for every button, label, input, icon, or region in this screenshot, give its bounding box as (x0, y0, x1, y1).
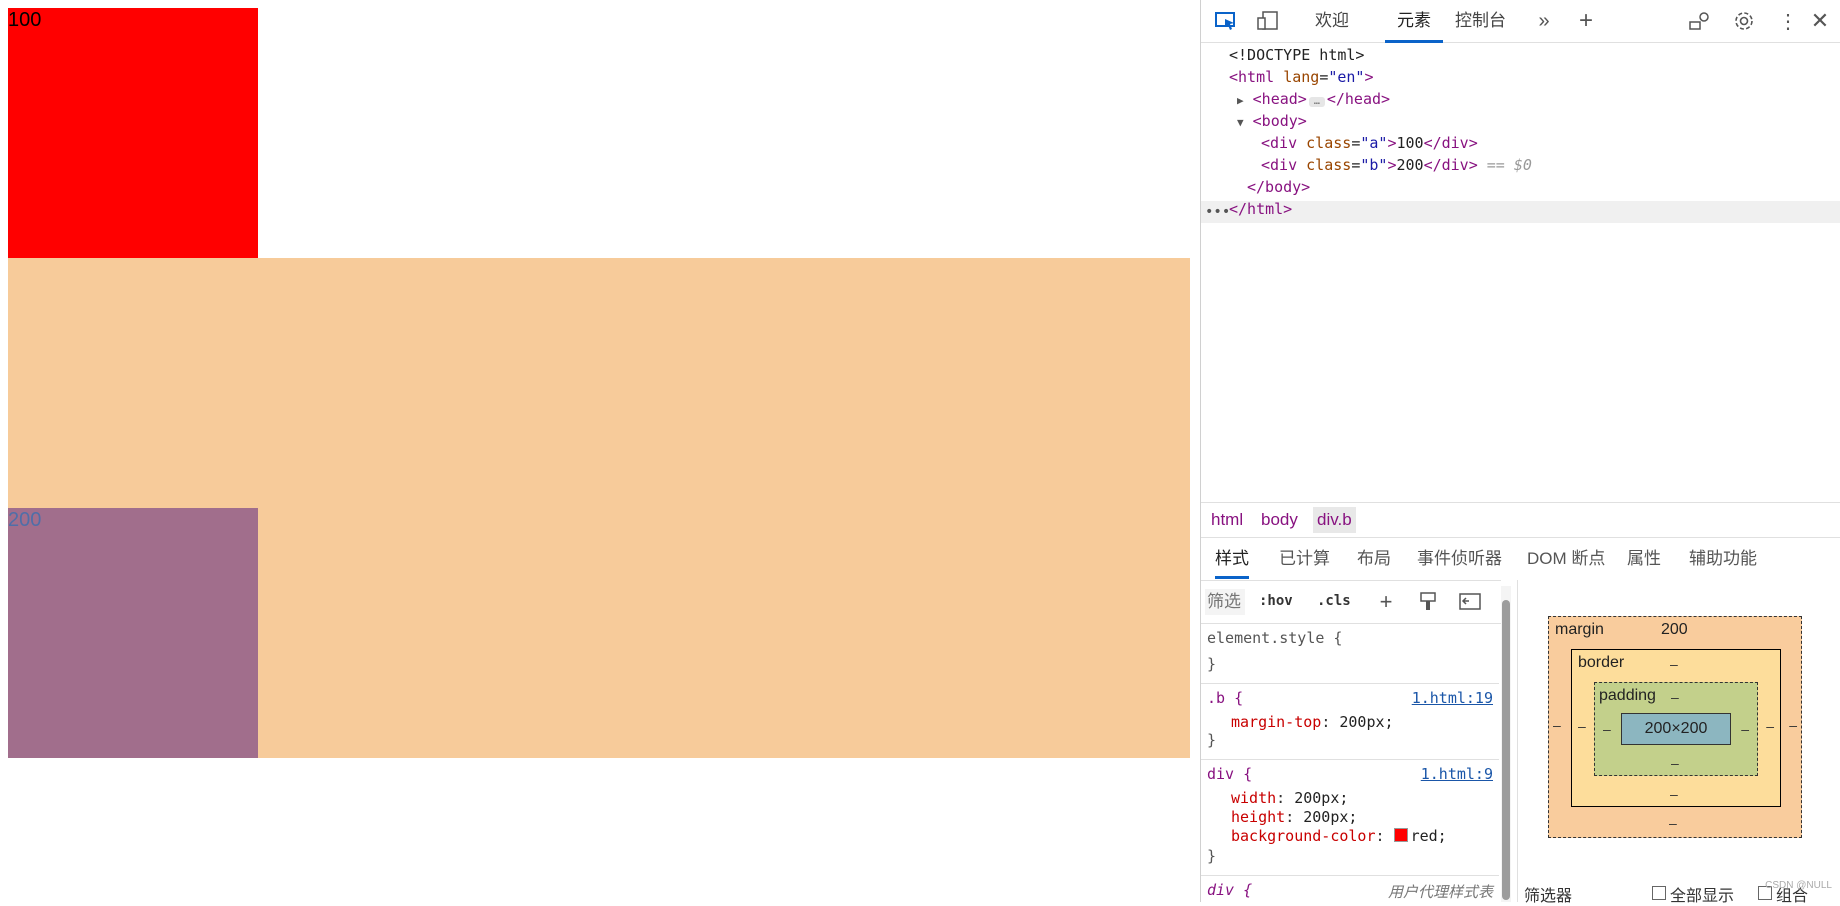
breadcrumb-html[interactable]: html (1207, 507, 1247, 533)
rule-div[interactable]: div { 1.html:9 width: 200px; height: 200… (1201, 761, 1499, 876)
collapsed-ellipsis-icon[interactable]: … (1308, 97, 1325, 107)
show-all-label: 全部显示 (1670, 888, 1735, 905)
tab-layout[interactable]: 布局 (1357, 546, 1391, 576)
rule-user-agent-div[interactable]: div { 用户代理样式表 (1201, 877, 1499, 903)
inspect-icon[interactable] (1213, 8, 1239, 34)
sidebar-tabs: 样式 已计算 布局 事件侦听器 DOM 断点 属性 辅助功能 (1201, 540, 1840, 579)
hov-button[interactable]: :hov (1259, 593, 1293, 609)
rule-element-style[interactable]: element.style { } (1201, 625, 1499, 684)
tab-welcome[interactable]: 欢迎 (1315, 8, 1349, 40)
page-viewport: 100 200 (0, 0, 1200, 902)
customize-icon[interactable] (1687, 8, 1713, 34)
device-toolbar-icon[interactable] (1255, 8, 1281, 34)
breadcrumb-body[interactable]: body (1257, 507, 1302, 533)
tab-accessibility[interactable]: 辅助功能 (1689, 546, 1757, 576)
dom-div-b-node[interactable]: <div class="b">200</div> == $0 (1261, 154, 1532, 176)
breadcrumb-div-b[interactable]: div.b (1313, 507, 1356, 533)
div-b: 200 (8, 508, 258, 758)
expand-triangle-icon[interactable]: ▶ (1237, 94, 1244, 107)
close-icon[interactable]: ✕ (1807, 8, 1833, 34)
paint-brush-icon[interactable] (1415, 589, 1441, 615)
dom-head-node[interactable]: ▶ <head>… </head> (1237, 88, 1390, 110)
settings-icon[interactable] (1731, 8, 1757, 34)
box-model-content[interactable]: 200×200 (1621, 713, 1731, 745)
show-all-checkbox[interactable] (1652, 886, 1666, 900)
box-model-pane: margin 200 – – – border – – – – padding … (1517, 580, 1840, 905)
computed-filter-label[interactable]: 筛选器 (1524, 882, 1572, 906)
toggle-sidebar-icon[interactable] (1457, 589, 1483, 615)
tab-event-listeners[interactable]: 事件侦听器 (1417, 546, 1502, 576)
cls-button[interactable]: .cls (1317, 593, 1351, 609)
div-a: 100 (8, 8, 258, 258)
dom-div-a-node[interactable]: <div class="a">100</div> (1261, 132, 1478, 154)
tab-console[interactable]: 控制台 (1455, 8, 1506, 40)
color-swatch[interactable] (1393, 828, 1408, 842)
margin-top-value[interactable]: 200 (1661, 621, 1688, 639)
more-tabs-icon[interactable]: » (1531, 8, 1557, 34)
rule-b[interactable]: .b { 1.html:19 margin-top: 200px; } (1201, 685, 1499, 760)
dom-html-close[interactable]: </html> (1229, 198, 1292, 220)
dom-tree: ••• <!DOCTYPE html> <html lang="en"> ▶ <… (1201, 44, 1840, 500)
tab-styles[interactable]: 样式 (1215, 546, 1249, 579)
devtools-panel: 欢迎 元素 控制台 » + ⋮ ✕ ••• <!DOCTYPE html> <h… (1200, 0, 1840, 905)
new-rule-icon[interactable]: + (1373, 589, 1399, 615)
collapse-triangle-icon[interactable]: ▼ (1237, 116, 1244, 129)
watermark: CSDN @NULL (1765, 880, 1832, 891)
tab-dom-breakpoints[interactable]: DOM 断点 (1527, 546, 1605, 576)
add-tab-icon[interactable]: + (1573, 7, 1599, 34)
selected-node-highlight (1201, 201, 1840, 223)
dom-doctype[interactable]: <!DOCTYPE html> (1229, 44, 1364, 66)
box-model-border: border – – – – padding – – – – 200×200 (1571, 649, 1781, 807)
tab-properties[interactable]: 属性 (1627, 546, 1661, 576)
devtools-toolbar: 欢迎 元素 控制台 » + ⋮ ✕ (1201, 0, 1840, 43)
dom-body-node[interactable]: ▼ <body> (1237, 110, 1307, 132)
styles-filter-input[interactable] (1205, 589, 1245, 615)
rule-div-source-link[interactable]: 1.html:9 (1421, 765, 1493, 783)
styles-filter-bar: :hov .cls + (1201, 581, 1501, 624)
dom-body-close[interactable]: </body> (1247, 176, 1310, 198)
breadcrumb: html body div.b (1201, 502, 1840, 538)
tab-elements[interactable]: 元素 (1385, 8, 1443, 43)
scrollbar-thumb[interactable] (1502, 600, 1510, 900)
styles-pane: :hov .cls + element.style { } .b { 1.htm… (1201, 580, 1501, 903)
box-model-margin: margin 200 – – – border – – – – padding … (1548, 616, 1802, 838)
kebab-menu-icon[interactable]: ⋮ (1775, 8, 1801, 34)
dom-html-node[interactable]: <html lang="en"> (1229, 66, 1374, 88)
rule-b-source-link[interactable]: 1.html:19 (1412, 689, 1493, 707)
styles-scrollbar[interactable] (1501, 586, 1511, 902)
box-model-padding: padding – – – – 200×200 (1594, 682, 1758, 776)
node-actions-icon[interactable]: ••• (1205, 201, 1230, 223)
tab-computed[interactable]: 已计算 (1279, 546, 1330, 576)
